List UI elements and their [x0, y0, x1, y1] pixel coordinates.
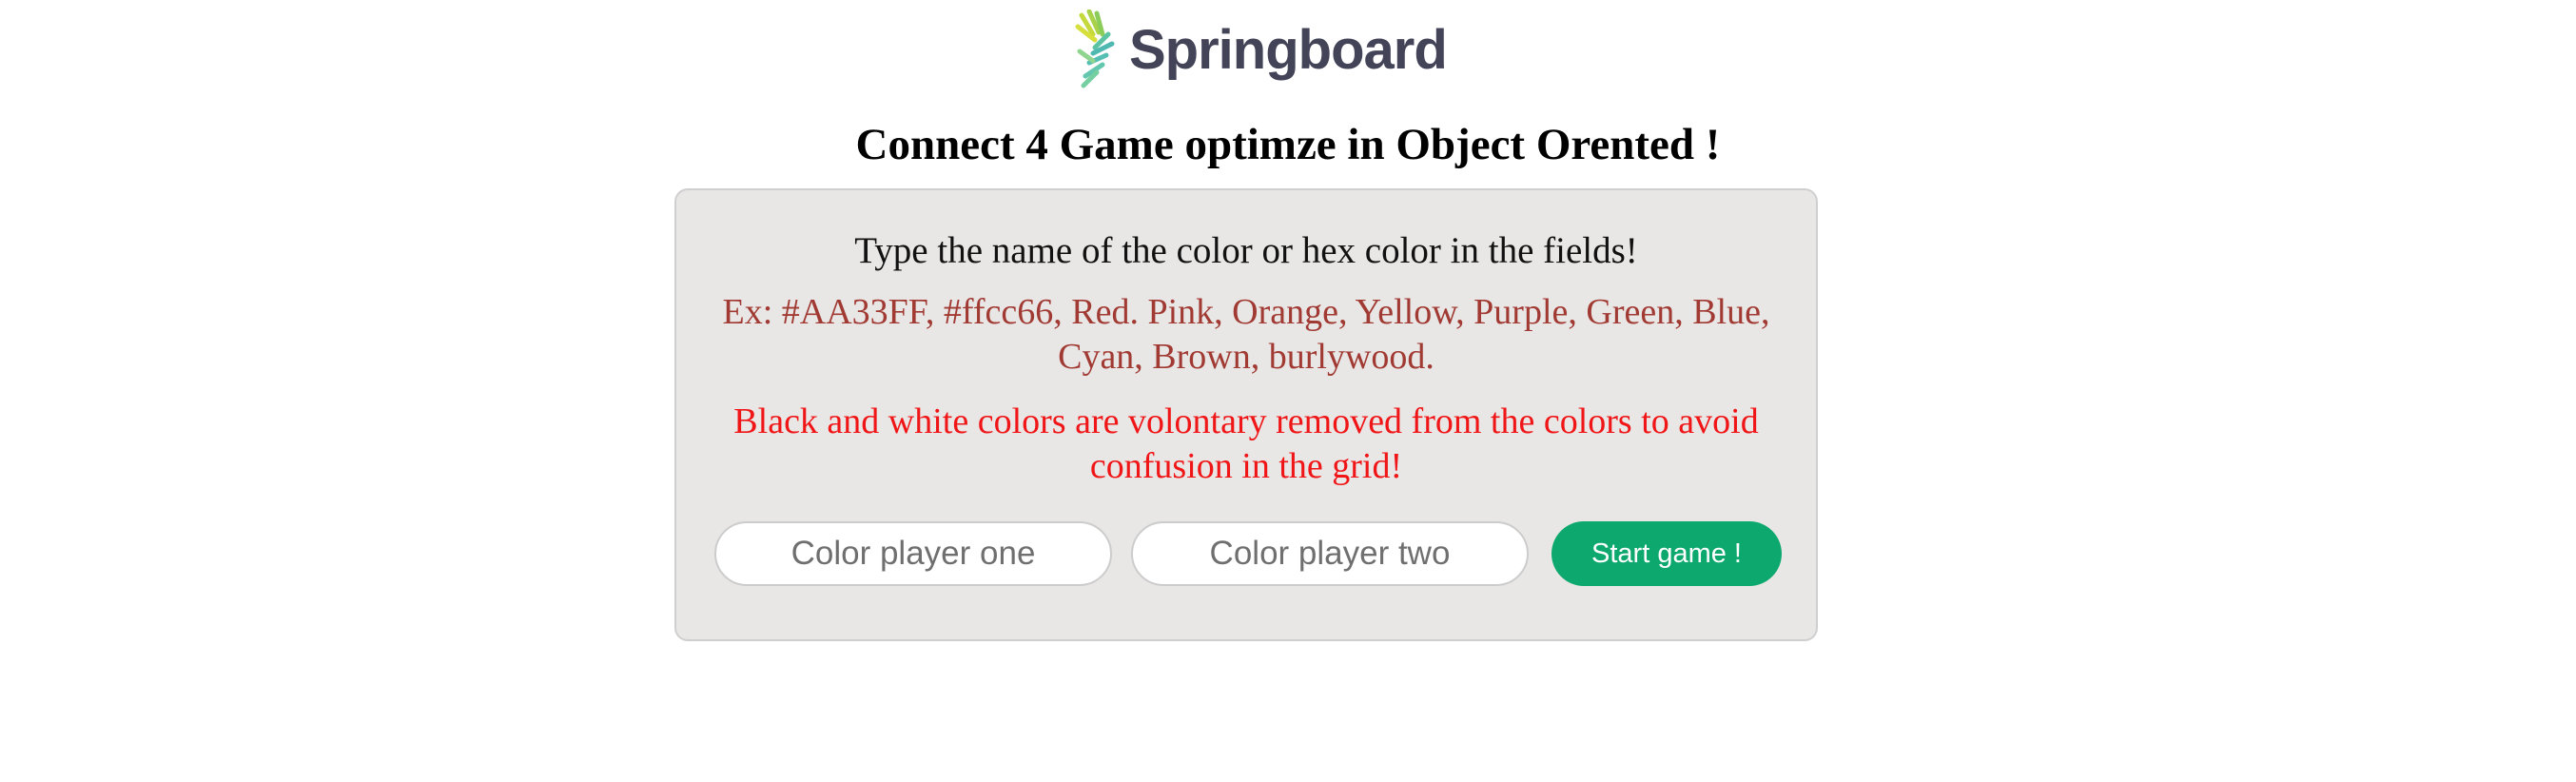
brand-name: Springboard: [1129, 18, 1448, 81]
start-game-button[interactable]: Start game !: [1551, 521, 1782, 586]
player-two-color-input[interactable]: [1131, 521, 1529, 586]
color-form: Start game !: [714, 521, 1782, 588]
springboard-logo: Springboard: [1074, 10, 1448, 90]
player-one-color-input[interactable]: [714, 521, 1112, 586]
game-setup-panel: Type the name of the color or hex color …: [674, 188, 1818, 641]
springboard-leaf-icon: [1075, 10, 1115, 88]
instruction-text: Type the name of the color or hex color …: [854, 230, 1638, 271]
color-examples-text: Ex: #AA33FF, #ffcc66, Red. Pink, Orange,…: [722, 292, 1770, 377]
color-warning-text: Black and white colors are volontary rem…: [733, 401, 1759, 486]
page-title: Connect 4 Game optimze in Object Orented…: [855, 120, 1721, 169]
